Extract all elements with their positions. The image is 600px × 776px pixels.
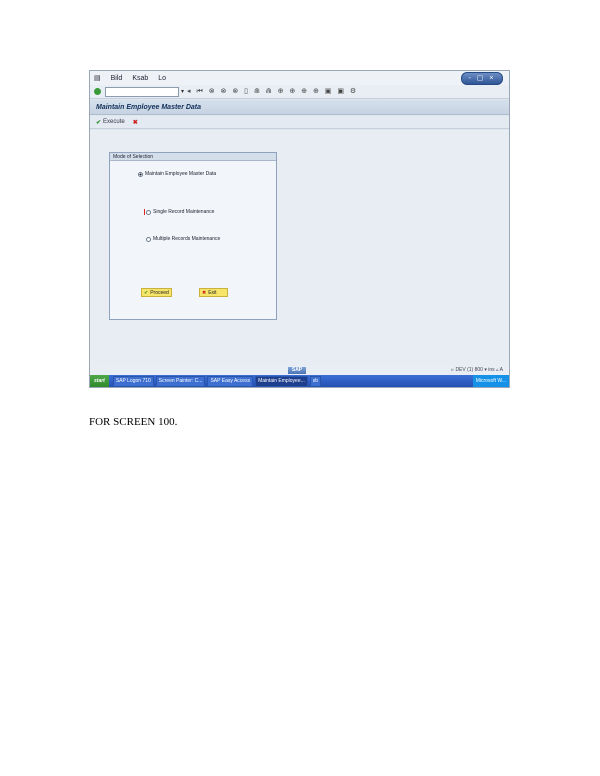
radio-option-single[interactable]: Single Record Maintenance: [144, 209, 214, 215]
execute-button[interactable]: Execute: [103, 119, 125, 125]
proceed-button[interactable]: ✔ Proceed: [141, 288, 172, 297]
command-field[interactable]: [105, 86, 179, 97]
application-toolbar: ✔ Execute ✖: [90, 116, 509, 129]
close-icon: ✖: [202, 289, 207, 296]
chevron-down-icon[interactable]: ▾: [181, 88, 184, 95]
taskbar-item[interactable]: SAP Easy Access: [207, 375, 254, 387]
radio-label: Maintain Employee Master Data: [145, 171, 217, 177]
screen-area: Mode of Selection Maintain Employee Mast…: [90, 130, 509, 366]
menu-item[interactable]: Ksab: [132, 75, 148, 82]
radio-label: Multiple Records Maintenance: [153, 236, 221, 242]
taskbar-item[interactable]: Screen Painter: C...: [155, 375, 206, 387]
exit-button-label: Exit: [208, 289, 217, 296]
taskbar-item-active[interactable]: Maintain Employee...: [255, 375, 308, 387]
windows-taskbar: start SAP Logon 710 Screen Painter: C...…: [90, 375, 509, 387]
window-controls[interactable]: - ▢ ×: [461, 72, 503, 85]
radio-icon[interactable]: [146, 209, 151, 215]
taskbar-item[interactable]: SAP Logon 710: [112, 375, 154, 387]
system-tray[interactable]: Microsoft W...: [472, 375, 509, 387]
toolbar-icons[interactable]: ◂ ⏮ ⊗ ⊗ ⊗ ▯ ⋒ ⋒ ⊕ ⊕ ⊕ ⊕ ▣ ▣ ⚙: [187, 87, 358, 96]
status-bar: SAP ▹ DEV (1) 800 ▾ ins ▵ A: [90, 366, 509, 375]
exit-button[interactable]: ✖ Exit: [199, 288, 228, 297]
radio-option-maintain[interactable]: Maintain Employee Master Data: [138, 171, 216, 177]
proceed-button-label: Proceed: [150, 289, 169, 296]
check-icon: ✔: [144, 289, 149, 296]
window-controls-icons: - ▢ ×: [468, 75, 496, 82]
menu-bar: ▤ Bild Ksab Lo: [90, 71, 509, 85]
standard-toolbar: ▾ ◂ ⏮ ⊗ ⊗ ⊗ ▯ ⋒ ⋒ ⊕ ⊕ ⊕ ⊕ ▣ ▣ ⚙: [90, 85, 509, 99]
radio-icon[interactable]: [146, 236, 151, 242]
menu-icon[interactable]: ▤: [94, 74, 101, 82]
radio-label: Single Record Maintenance: [153, 209, 215, 215]
menu-item[interactable]: Lo: [158, 75, 166, 82]
document-caption: FOR SCREEN 100.: [89, 416, 178, 428]
frame-title: Mode of Selection: [110, 153, 276, 161]
status-text: ▹ DEV (1) 800 ▾ ins ▵ A: [451, 367, 503, 373]
start-button[interactable]: start: [90, 375, 109, 387]
taskbar-item[interactable]: sb: [309, 375, 322, 387]
sap-gui-screenshot: ▤ Bild Ksab Lo - ▢ × ▾ ◂ ⏮ ⊗ ⊗ ⊗ ▯ ⋒ ⋒ ⊕…: [89, 70, 510, 388]
menu-item[interactable]: Bild: [111, 75, 123, 82]
page-title: Maintain Employee Master Data: [90, 100, 509, 115]
selection-frame: Mode of Selection Maintain Employee Mast…: [109, 152, 277, 320]
sap-logo: SAP: [288, 367, 306, 374]
execute-icon[interactable]: ✔: [96, 119, 101, 126]
cancel-icon[interactable]: ✖: [133, 119, 138, 126]
radio-option-multiple[interactable]: Multiple Records Maintenance: [146, 236, 220, 242]
enter-icon[interactable]: [94, 88, 101, 95]
radio-icon[interactable]: [138, 171, 143, 177]
